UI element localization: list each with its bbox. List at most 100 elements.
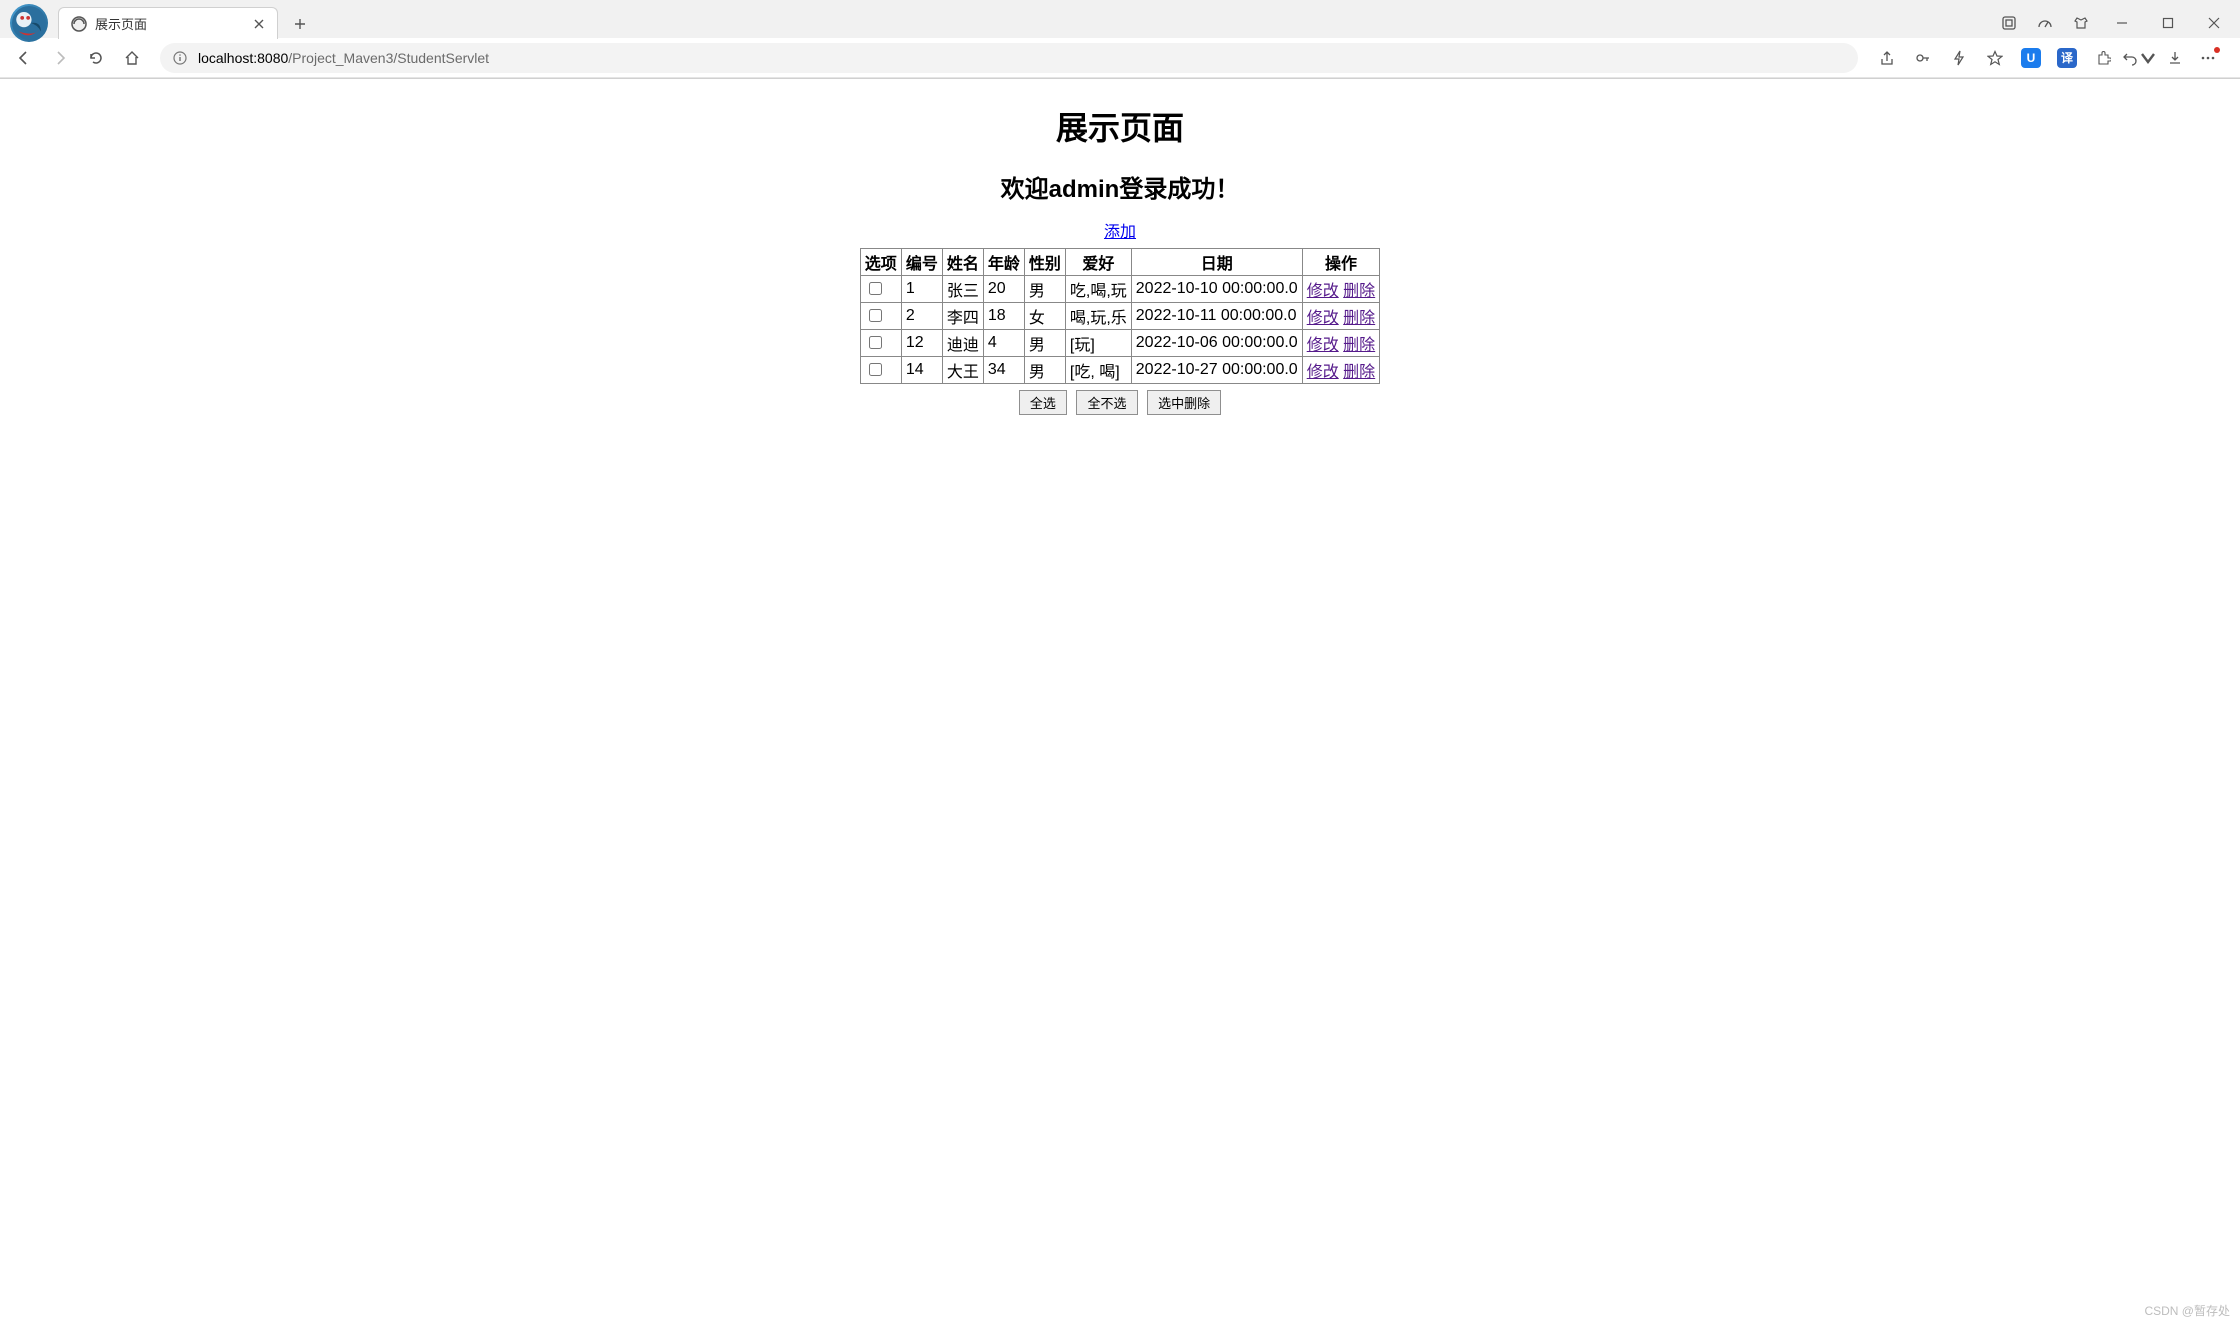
nav-home-button[interactable] [116,42,148,74]
chevron-down-icon [2140,50,2156,66]
page-content: 展示页面 欢迎admin登录成功！ 添加 选项 编号 姓名 年龄 性别 爱好 日… [0,79,2240,415]
tab-title: 展示页面 [95,14,243,33]
avatar-icon [12,6,46,40]
maximize-icon [2162,17,2174,29]
table-row: 2李四18女喝,玩,乐2022-10-11 00:00:00.0修改 删除 [860,303,1379,330]
window-minimize-button[interactable] [2100,8,2144,38]
history-dropdown-button[interactable] [2122,43,2156,73]
col-id: 编号 [901,249,942,276]
cell-actions: 修改 删除 [1302,276,1379,303]
home-icon [124,50,140,66]
url-path: /Project_Maven3/StudentServlet [288,50,489,66]
reload-icon [88,50,104,66]
col-select: 选项 [860,249,901,276]
undo-arrow-icon [2122,50,2138,66]
tab-strip: 展示页面 [0,0,2240,38]
star-icon [1987,50,2003,66]
extension-badge-icon: U [2021,48,2041,68]
delete-selected-button[interactable]: 选中删除 [1147,390,1221,415]
plus-icon [294,18,306,30]
chevron-right-icon [52,50,68,66]
edit-link[interactable]: 修改 [1307,337,1339,354]
nav-reload-button[interactable] [80,42,112,74]
cell-id: 14 [901,357,942,384]
gauge-icon [2037,15,2053,31]
delete-link[interactable]: 删除 [1343,310,1375,327]
row-checkbox[interactable] [869,363,882,376]
delete-link[interactable]: 删除 [1343,337,1375,354]
edit-link[interactable]: 修改 [1307,283,1339,300]
site-info-button[interactable] [172,50,188,66]
edit-link[interactable]: 修改 [1307,310,1339,327]
delete-link[interactable]: 删除 [1343,364,1375,381]
tab-favicon-icon [71,16,87,32]
toolbar-right: U 译 [1870,43,2232,73]
cell-hobby: [玩] [1065,330,1131,357]
tab-overview-icon [2001,15,2017,31]
shirt-icon [2073,15,2089,31]
address-bar[interactable]: localhost:8080/Project_Maven3/StudentSer… [160,43,1858,73]
window-controls [1992,8,2240,38]
cell-actions: 修改 删除 [1302,303,1379,330]
extension-translate[interactable]: 译 [2050,43,2084,73]
add-link[interactable]: 添加 [1104,224,1136,241]
cell-id: 12 [901,330,942,357]
notification-dot-icon [2214,47,2220,53]
cell-name: 李四 [942,303,983,330]
table-header-row: 选项 编号 姓名 年龄 性别 爱好 日期 操作 [860,249,1379,276]
tab-close-button[interactable] [251,16,267,32]
url-host: localhost:8080 [198,50,288,66]
col-gender: 性别 [1024,249,1065,276]
select-all-button[interactable]: 全选 [1019,390,1067,415]
window-close-button[interactable] [2192,8,2236,38]
nav-forward-button[interactable] [44,42,76,74]
profile-avatar[interactable] [10,4,48,42]
cell-actions: 修改 删除 [1302,330,1379,357]
col-date: 日期 [1131,249,1302,276]
col-hobby: 爱好 [1065,249,1131,276]
nav-back-button[interactable] [8,42,40,74]
browser-tab-active[interactable]: 展示页面 [58,7,278,39]
row-checkbox[interactable] [869,282,882,295]
delete-link[interactable]: 删除 [1343,283,1375,300]
browser-chrome: 展示页面 [0,0,2240,79]
password-key-button[interactable] [1906,43,1940,73]
extensions-shortcut-button[interactable] [2064,8,2098,38]
student-table: 选项 编号 姓名 年龄 性别 爱好 日期 操作 1张三20男吃,喝,玩2022-… [860,248,1380,384]
extensions-button[interactable] [2086,43,2120,73]
table-row: 14大王34男[吃, 喝]2022-10-27 00:00:00.0修改 删除 [860,357,1379,384]
page-title: 展示页面 [0,103,2240,149]
table-row: 1张三20男吃,喝,玩2022-10-10 00:00:00.0修改 删除 [860,276,1379,303]
performance-button[interactable] [2028,8,2062,38]
cell-gender: 男 [1024,357,1065,384]
share-icon [1879,50,1895,66]
key-icon [1915,50,1931,66]
translate-badge-icon: 译 [2057,48,2077,68]
window-maximize-button[interactable] [2146,8,2190,38]
downloads-button[interactable] [2158,43,2192,73]
download-icon [2167,50,2183,66]
bolt-icon [1951,50,1967,66]
row-checkbox[interactable] [869,336,882,349]
chevron-left-icon [16,50,32,66]
new-tab-button[interactable] [286,10,314,38]
app-menu-button[interactable] [2194,43,2228,73]
cell-age: 20 [983,276,1024,303]
unselect-all-button[interactable]: 全不选 [1076,390,1137,415]
extension-1[interactable]: U [2014,43,2048,73]
share-button[interactable] [1870,43,1904,73]
cell-date: 2022-10-06 00:00:00.0 [1131,330,1302,357]
cell-gender: 男 [1024,276,1065,303]
edit-link[interactable]: 修改 [1307,364,1339,381]
row-checkbox[interactable] [869,309,882,322]
col-age: 年龄 [983,249,1024,276]
cell-age: 18 [983,303,1024,330]
browser-toolbar: localhost:8080/Project_Maven3/StudentSer… [0,38,2240,78]
favorite-button[interactable] [1978,43,2012,73]
minimize-icon [2116,17,2128,29]
tab-overview-button[interactable] [1992,8,2026,38]
bolt-button[interactable] [1942,43,1976,73]
watermark: CSDN @暂存处 [2144,1302,2230,1319]
cell-id: 1 [901,276,942,303]
table-row: 12迪迪4男[玩]2022-10-06 00:00:00.0修改 删除 [860,330,1379,357]
